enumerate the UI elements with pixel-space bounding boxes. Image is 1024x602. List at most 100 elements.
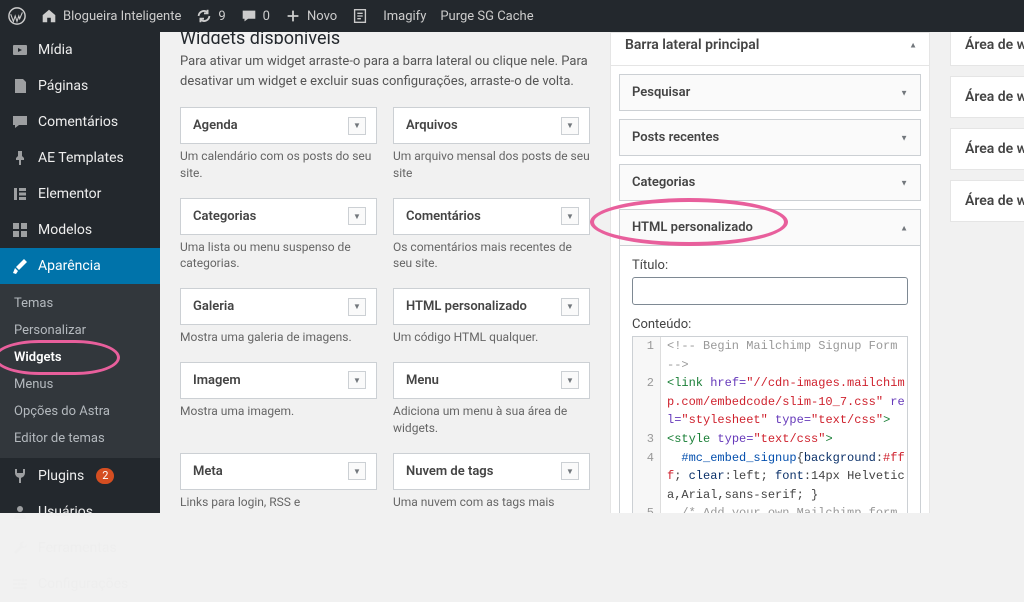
- pin-icon: [10, 148, 30, 168]
- available-widget-header[interactable]: Menu: [393, 362, 590, 399]
- available-widget-desc: Um calendário com os posts do seu site.: [180, 148, 377, 182]
- site-name: Blogueira Inteligente: [63, 9, 181, 24]
- widget-content-label: Conteúdo:: [632, 317, 908, 332]
- available-widget[interactable]: Meta: [180, 453, 377, 490]
- footer-area-header[interactable]: Área de widgets do roda: [951, 181, 1024, 221]
- code-line-text: /* Add your own Mailchimp form style ove…: [661, 504, 907, 513]
- plugins-update-badge: 2: [96, 468, 114, 484]
- wp-logo[interactable]: [8, 7, 26, 25]
- footer-area-header[interactable]: Área de widgets do roda: [951, 129, 1024, 169]
- line-number: 4: [633, 449, 661, 505]
- primary-sidebar-column: Barra lateral principal Pesquisar Posts r…: [610, 32, 930, 493]
- comment-icon: [10, 112, 30, 132]
- sidebar-item-elementor[interactable]: Elementor: [0, 176, 160, 212]
- sidebar-item-users[interactable]: Usuários: [0, 494, 160, 530]
- available-widget-desc: Adiciona um menu à sua área de widgets.: [393, 403, 590, 437]
- submenu-astra-options[interactable]: Opções do Astra: [0, 398, 160, 425]
- available-widget[interactable]: Arquivos: [393, 107, 590, 144]
- line-number: 2: [633, 374, 661, 430]
- available-widget-header[interactable]: Agenda: [180, 107, 377, 144]
- comments-link[interactable]: 0: [240, 7, 270, 25]
- footer-area-header[interactable]: Área de widgets do roda: [951, 77, 1024, 117]
- available-widget[interactable]: Agenda: [180, 107, 377, 144]
- imagify-link[interactable]: Imagify: [383, 9, 426, 24]
- available-widget[interactable]: Imagem: [180, 362, 377, 399]
- form-icon: [351, 7, 369, 25]
- available-widget[interactable]: Categorias: [180, 198, 377, 235]
- widget-collapsed-header[interactable]: Categorias: [619, 164, 921, 201]
- available-widget-header[interactable]: Imagem: [180, 362, 377, 399]
- sidebar-item-plugins[interactable]: Plugins2: [0, 458, 160, 494]
- sidebar-item-tools[interactable]: Ferramentas: [0, 530, 160, 566]
- main-content: Widgets disponíveis Para ativar um widge…: [160, 32, 1024, 513]
- primary-sidebar-header[interactable]: Barra lateral principal: [611, 32, 929, 66]
- primary-sidebar-area: Barra lateral principal Pesquisar Posts r…: [610, 32, 930, 513]
- available-widget-header[interactable]: Categorias: [180, 198, 377, 235]
- available-widgets-column: Widgets disponíveis Para ativar um widge…: [180, 32, 590, 493]
- available-widget[interactable]: HTML personalizado: [393, 288, 590, 325]
- user-icon: [10, 502, 30, 522]
- sidebar-submenu: Temas Personalizar Widgets Menus Opções …: [0, 284, 160, 458]
- updates-link[interactable]: 9: [195, 7, 225, 25]
- code-line-text: <link href="//cdn-images.mailchimp.com/e…: [661, 374, 907, 430]
- available-widget[interactable]: Galeria: [180, 288, 377, 325]
- available-widget-header[interactable]: Arquivos: [393, 107, 590, 144]
- available-widget-header[interactable]: Nuvem de tags: [393, 453, 590, 490]
- widget-title-input[interactable]: [632, 277, 908, 305]
- available-widget[interactable]: Nuvem de tags: [393, 453, 590, 490]
- admin-sidebar: Mídia Páginas Comentários AE Templates E…: [0, 32, 160, 513]
- footer-areas-column: Área de widgets do roda Área de widgets d…: [950, 32, 1024, 493]
- submenu-themes[interactable]: Temas: [0, 290, 160, 317]
- sidebar-item-media[interactable]: Mídia: [0, 32, 160, 68]
- sidebar-item-templates[interactable]: Modelos: [0, 212, 160, 248]
- purge-cache-link[interactable]: Purge SG Cache: [440, 9, 533, 24]
- sidebar-item-comments[interactable]: Comentários: [0, 104, 160, 140]
- home-icon: [40, 7, 58, 25]
- new-link[interactable]: Novo: [284, 7, 337, 25]
- available-widget-header[interactable]: Meta: [180, 453, 377, 490]
- submenu-theme-editor[interactable]: Editor de temas: [0, 425, 160, 452]
- available-widgets-desc: Para ativar um widget arraste-o para a b…: [180, 52, 590, 91]
- sidebar-item-pages[interactable]: Páginas: [0, 68, 160, 104]
- sliders-icon: [10, 574, 30, 594]
- submenu-widgets[interactable]: Widgets: [0, 344, 160, 371]
- media-icon: [10, 40, 30, 60]
- widget-collapsed-header[interactable]: Posts recentes: [619, 119, 921, 156]
- page-icon: [10, 76, 30, 96]
- html-code-editor[interactable]: 1<!-- Begin Mailchimp Signup Form -->2<l…: [632, 336, 908, 513]
- widget-title-label: Título:: [632, 258, 908, 273]
- templates-icon: [10, 220, 30, 240]
- available-widget-desc: Uma nuvem com as tags mais usadas.: [393, 494, 590, 513]
- elementor-icon: [10, 184, 30, 204]
- sidebar-item-ae-templates[interactable]: AE Templates: [0, 140, 160, 176]
- available-widget-desc: Os comentários mais recentes de seu site…: [393, 239, 590, 273]
- available-widget-desc: Links para login, RSS e WordPress.org.: [180, 494, 377, 513]
- available-widget[interactable]: Comentários: [393, 198, 590, 235]
- line-number: 3: [633, 430, 661, 449]
- available-widget[interactable]: Menu: [393, 362, 590, 399]
- code-line-text: <!-- Begin Mailchimp Signup Form -->: [661, 337, 907, 374]
- code-line-text: #mc_embed_signup{background:#fff; clear:…: [661, 449, 907, 505]
- footer-area-header[interactable]: Área de widgets do roda: [951, 32, 1024, 65]
- available-widget-desc: Uma lista ou menu suspenso de categorias…: [180, 239, 377, 273]
- plus-icon: [284, 7, 302, 25]
- brush-icon: [10, 256, 30, 276]
- wrench-icon: [10, 538, 30, 558]
- available-widget-desc: Mostra uma imagem.: [180, 403, 377, 420]
- widget-html-custom: HTML personalizado Título: Conteúdo: 1<!…: [619, 209, 921, 513]
- site-name-link[interactable]: Blogueira Inteligente: [40, 7, 181, 25]
- widget-collapsed-header[interactable]: Pesquisar: [619, 74, 921, 111]
- submenu-menus[interactable]: Menus: [0, 371, 160, 398]
- widget-html-custom-body: Título: Conteúdo: 1<!-- Begin Mailchimp …: [619, 246, 921, 513]
- submenu-customize[interactable]: Personalizar: [0, 317, 160, 344]
- available-widget-header[interactable]: Galeria: [180, 288, 377, 325]
- available-widgets-grid: Agenda Um calendário com os posts do seu …: [180, 107, 590, 513]
- wpforms-link[interactable]: [351, 7, 369, 25]
- sidebar-item-settings[interactable]: Configurações: [0, 566, 160, 602]
- available-widget-header[interactable]: HTML personalizado: [393, 288, 590, 325]
- sidebar-item-appearance[interactable]: Aparência: [0, 248, 160, 284]
- available-widget-header[interactable]: Comentários: [393, 198, 590, 235]
- code-line-text: <style type="text/css">: [661, 430, 907, 449]
- admin-toolbar: Blogueira Inteligente 9 0 Novo Imagify P…: [0, 0, 1024, 32]
- widget-html-custom-header[interactable]: HTML personalizado: [619, 209, 921, 246]
